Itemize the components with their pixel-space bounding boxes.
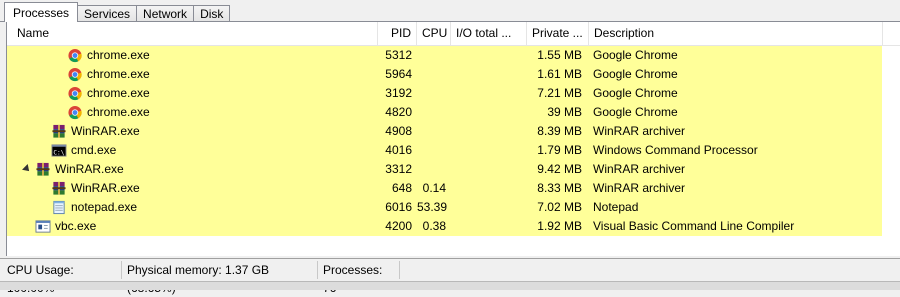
- process-pid: 3312: [385, 162, 412, 176]
- process-cpu: [417, 103, 446, 122]
- process-pid: 4908: [385, 124, 412, 138]
- process-description: Google Chrome: [593, 48, 678, 62]
- process-name: vbc.exe: [55, 219, 97, 233]
- process-cpu: [417, 122, 446, 141]
- process-cpu: 53.39: [417, 200, 448, 214]
- process-description: Google Chrome: [593, 105, 678, 119]
- process-cpu: [417, 84, 446, 103]
- process-name: chrome.exe: [87, 48, 150, 62]
- process-name: chrome.exe: [87, 105, 150, 119]
- column-io-total[interactable]: I/O total ...: [451, 22, 527, 45]
- column-header: Name PID CPU I/O total ... Private ... D…: [7, 22, 900, 46]
- process-pid: 6016: [385, 200, 412, 214]
- process-pid: 648: [391, 181, 412, 195]
- tab-strip: Processes Services Network Disk: [4, 2, 231, 22]
- process-pid: 4016: [385, 143, 412, 157]
- process-name: WinRAR.exe: [71, 124, 140, 138]
- process-pid: 4200: [385, 219, 412, 233]
- notepad-icon: [51, 200, 67, 215]
- winrar-icon: [51, 124, 67, 139]
- cmd-icon: C:\: [51, 143, 67, 158]
- table-row[interactable]: WinRAR.exe 648 0.14 8.33 MB WinRAR archi…: [7, 179, 882, 198]
- process-cpu: [417, 65, 446, 84]
- table-row[interactable]: WinRAR.exe 3312 9.42 MB WinRAR archiver: [7, 160, 882, 179]
- process-cpu: [417, 141, 446, 160]
- process-description: WinRAR archiver: [593, 181, 686, 195]
- column-description[interactable]: Description: [589, 22, 883, 45]
- process-pid: 3192: [385, 86, 412, 100]
- tab-processes[interactable]: Processes: [4, 2, 79, 22]
- process-private-bytes: 39 MB: [547, 105, 582, 119]
- process-description: Windows Command Processor: [593, 143, 758, 157]
- svg-text:C:\: C:\: [53, 149, 64, 156]
- table-row[interactable]: vbc.exe 4200 0.38 1.92 MB Visual Basic C…: [7, 217, 882, 236]
- process-private-bytes: 9.42 MB: [537, 162, 582, 176]
- chrome-icon: [67, 48, 83, 63]
- table-row[interactable]: chrome.exe 3192 7.21 MB Google Chrome: [7, 84, 882, 103]
- table-row[interactable]: chrome.exe 5312 1.55 MB Google Chrome: [7, 46, 882, 65]
- process-private-bytes: 1.92 MB: [537, 219, 582, 233]
- process-name: cmd.exe: [71, 143, 117, 157]
- tab-network[interactable]: Network: [136, 5, 195, 22]
- process-private-bytes: 7.21 MB: [537, 86, 582, 100]
- process-private-bytes: 8.33 MB: [537, 181, 582, 195]
- column-name[interactable]: Name: [7, 22, 378, 45]
- process-name: WinRAR.exe: [55, 162, 124, 176]
- process-name: notepad.exe: [71, 200, 138, 214]
- process-cpu: 0.38: [422, 219, 446, 233]
- table-row[interactable]: chrome.exe 4820 39 MB Google Chrome: [7, 103, 882, 122]
- process-name: WinRAR.exe: [71, 181, 140, 195]
- process-pid: 5312: [385, 48, 412, 62]
- process-description: Visual Basic Command Line Compiler: [593, 219, 795, 233]
- status-cpu-usage: CPU Usage: 100.00%: [4, 261, 122, 295]
- status-bar: CPU Usage: 100.00% Physical memory: 1.37…: [0, 258, 900, 295]
- chrome-icon: [67, 86, 83, 101]
- status-physical-memory: Physical memory: 1.37 GB (68.65%): [124, 261, 318, 295]
- process-description: Google Chrome: [593, 67, 678, 81]
- column-cpu[interactable]: CPU: [417, 22, 451, 45]
- process-description: Google Chrome: [593, 86, 678, 100]
- column-pid[interactable]: PID: [378, 22, 417, 45]
- winrar-icon: [51, 181, 67, 196]
- winrar-icon: [35, 162, 51, 177]
- process-pid: 5964: [385, 67, 412, 81]
- process-private-bytes: 1.79 MB: [537, 143, 582, 157]
- tab-services[interactable]: Services: [77, 5, 138, 22]
- process-private-bytes: 7.02 MB: [537, 200, 582, 214]
- process-rows: chrome.exe 5312 1.55 MB Google Chrome ch…: [7, 46, 882, 236]
- process-cpu: [417, 46, 446, 65]
- tab-disk[interactable]: Disk: [193, 5, 231, 22]
- table-row[interactable]: chrome.exe 5964 1.61 MB Google Chrome: [7, 65, 882, 84]
- process-name: chrome.exe: [87, 67, 150, 81]
- process-private-bytes: 1.61 MB: [537, 67, 582, 81]
- process-list-panel: Name PID CPU I/O total ... Private ... D…: [6, 22, 900, 256]
- column-private-bytes[interactable]: Private ...: [527, 22, 589, 45]
- process-description: WinRAR archiver: [593, 124, 686, 138]
- process-pid: 4820: [385, 105, 412, 119]
- process-private-bytes: 1.55 MB: [537, 48, 582, 62]
- process-cpu: 0.14: [422, 181, 446, 195]
- chrome-icon: [67, 67, 83, 82]
- process-description: Notepad: [593, 200, 639, 214]
- chrome-icon: [67, 105, 83, 120]
- expand-toggle-icon[interactable]: [22, 164, 32, 174]
- column-header-filler: [883, 22, 900, 45]
- table-row[interactable]: C:\ cmd.exe 4016 1.79 MB Windows Command…: [7, 141, 882, 160]
- vbc-icon: [35, 219, 51, 234]
- process-name: chrome.exe: [87, 86, 150, 100]
- process-description: WinRAR archiver: [593, 162, 686, 176]
- table-row[interactable]: notepad.exe 6016 53.39 7.02 MB Notepad: [7, 198, 882, 217]
- process-private-bytes: 8.39 MB: [537, 124, 582, 138]
- table-row[interactable]: WinRAR.exe 4908 8.39 MB WinRAR archiver: [7, 122, 882, 141]
- status-process-count: Processes: 76: [320, 261, 400, 295]
- process-cpu: [417, 160, 446, 179]
